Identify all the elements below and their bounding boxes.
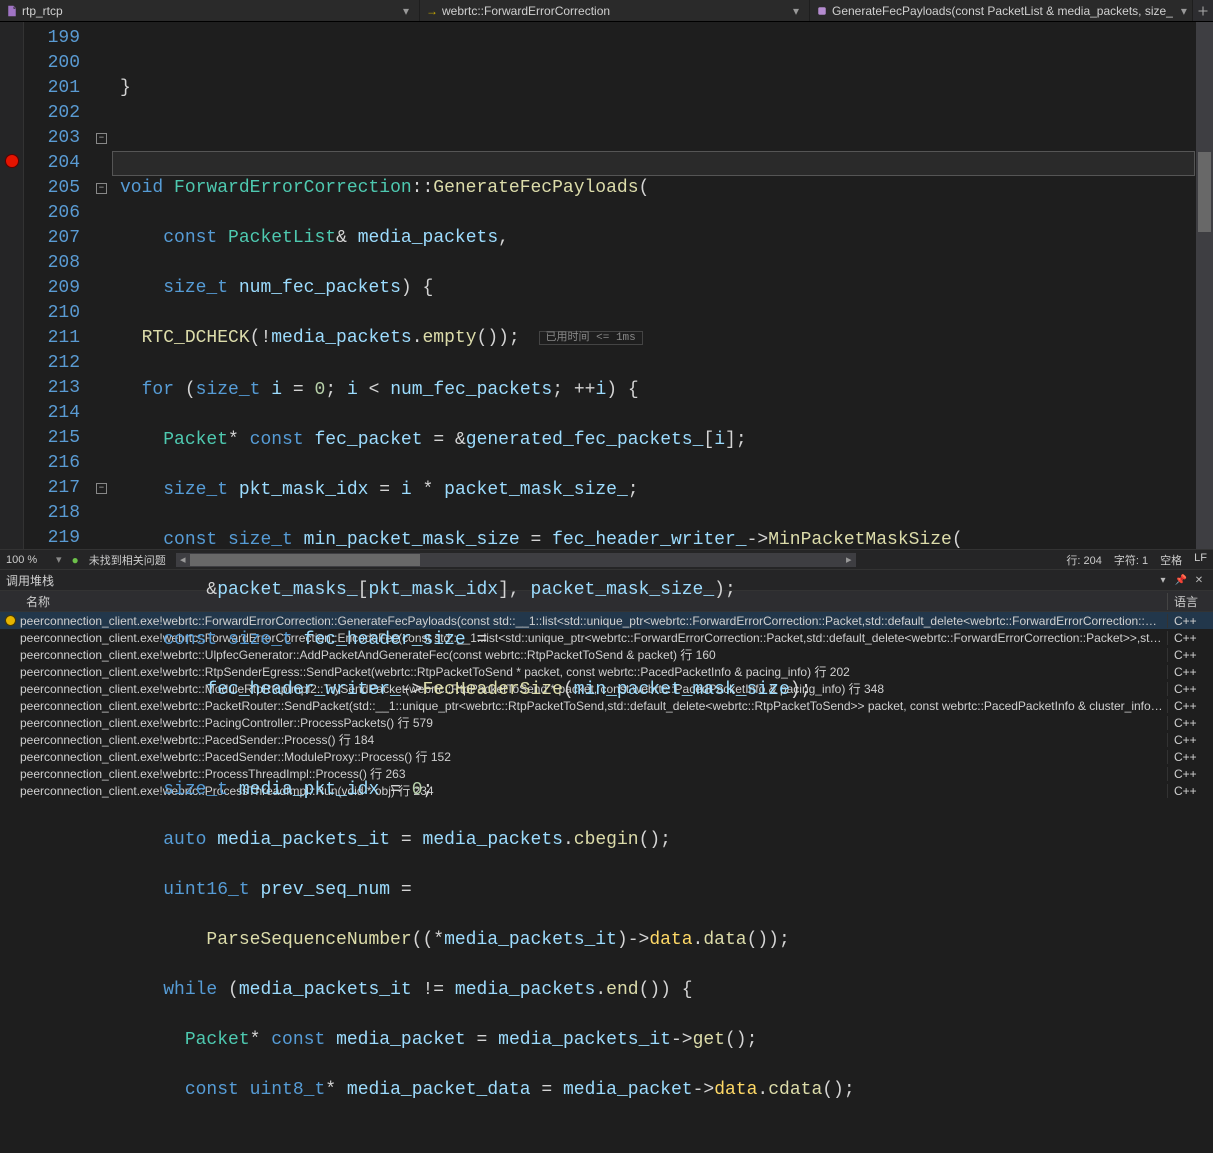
line-number: 214 xyxy=(28,401,80,426)
dropdown-icon[interactable]: ▾ xyxy=(1177,4,1191,18)
line-number: 208 xyxy=(28,251,80,276)
scroll-right-icon[interactable]: ▸ xyxy=(842,553,856,567)
line-number: 212 xyxy=(28,351,80,376)
line-number: 205 xyxy=(28,176,80,201)
breakpoint-icon[interactable] xyxy=(6,155,18,167)
line-number: 201 xyxy=(28,76,80,101)
split-icon[interactable] xyxy=(1193,0,1213,21)
check-icon: ● xyxy=(72,553,79,567)
zoom-level[interactable]: 100 % xyxy=(6,554,46,566)
line-number: 199 xyxy=(28,26,80,51)
line-number: 211 xyxy=(28,326,80,351)
line-number: 207 xyxy=(28,226,80,251)
scrollbar-thumb[interactable] xyxy=(1198,152,1211,232)
line-number: 200 xyxy=(28,51,80,76)
line-number: 217 xyxy=(28,476,80,501)
line-number: 209 xyxy=(28,276,80,301)
breadcrumb-file[interactable]: rtp_rtcp ▾ xyxy=(0,0,420,21)
frame-icon xyxy=(0,616,20,625)
scrollbar-thumb[interactable] xyxy=(190,554,420,566)
current-line-highlight xyxy=(112,151,1195,176)
breadcrumb-file-label: rtp_rtcp xyxy=(22,4,63,18)
breadcrumb-scope[interactable]: → webrtc::ForwardErrorCorrection ▾ xyxy=(420,0,810,21)
line-number: 202 xyxy=(28,101,80,126)
code-area[interactable]: } void ForwardErrorCorrection::GenerateF… xyxy=(112,22,1213,549)
perf-hint: 已用时间 <= 1ms xyxy=(539,331,643,345)
scroll-left-icon[interactable]: ◂ xyxy=(176,553,190,567)
arrow-icon: → xyxy=(426,4,438,18)
code-editor[interactable]: 1992002012022032042052062072082092102112… xyxy=(0,22,1213,549)
fold-toggle[interactable]: − xyxy=(96,183,107,194)
file-icon xyxy=(6,5,18,17)
line-number: 206 xyxy=(28,201,80,226)
line-number: 203 xyxy=(28,126,80,151)
line-number: 210 xyxy=(28,301,80,326)
fold-toggle[interactable]: − xyxy=(96,133,107,144)
line-number-gutter: 1992002012022032042052062072082092102112… xyxy=(24,22,94,549)
breadcrumb-scope-label: webrtc::ForwardErrorCorrection xyxy=(442,4,610,18)
horizontal-scrollbar[interactable]: ◂ ▸ xyxy=(176,553,856,567)
dropdown-icon[interactable]: ▾ xyxy=(789,4,803,18)
method-icon xyxy=(816,5,828,17)
line-number: 216 xyxy=(28,451,80,476)
fold-toggle[interactable]: − xyxy=(96,483,107,494)
breakpoint-gutter[interactable] xyxy=(0,22,24,549)
panel-title: 调用堆栈 xyxy=(6,572,54,589)
breadcrumb-symbol-label: GenerateFecPayloads(const PacketList & m… xyxy=(832,4,1173,18)
vertical-scrollbar[interactable] xyxy=(1196,22,1213,549)
breadcrumb-symbol[interactable]: GenerateFecPayloads(const PacketList & m… xyxy=(810,0,1193,21)
navigation-bar: rtp_rtcp ▾ → webrtc::ForwardErrorCorrect… xyxy=(0,0,1213,22)
line-number: 219 xyxy=(28,526,80,551)
line-number: 215 xyxy=(28,426,80,451)
line-number: 204 xyxy=(28,151,80,176)
dropdown-icon[interactable]: ▾ xyxy=(399,4,413,18)
fold-gutter[interactable]: − − − xyxy=(94,22,112,549)
line-number: 218 xyxy=(28,501,80,526)
line-number: 213 xyxy=(28,376,80,401)
